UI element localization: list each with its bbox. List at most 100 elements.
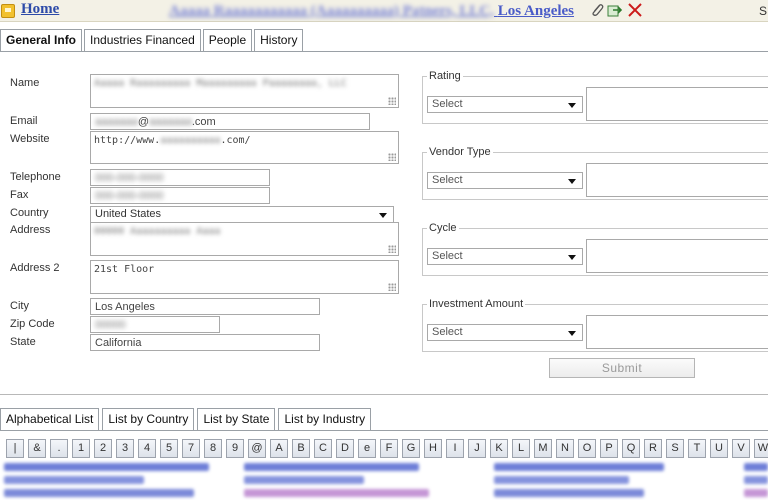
alphabet-key[interactable]: O (578, 439, 596, 458)
company-title-link[interactable]: Aaaaa Raaaaaaaaaaa (Aaaaaaaaaa) Patners,… (169, 3, 574, 20)
tab-list-by-country[interactable]: List by Country (102, 408, 195, 430)
tab-industries-financed[interactable]: Industries Financed (84, 29, 201, 51)
rating-select-value: Select (432, 98, 463, 110)
alphabet-key[interactable]: 1 (72, 439, 90, 458)
city-field[interactable]: Los Angeles (90, 298, 320, 315)
website-domain: aaaaaaaaaa (160, 135, 221, 146)
address-label: Address (10, 224, 51, 236)
delete-icon[interactable] (627, 2, 643, 18)
alphabet-key[interactable]: I (446, 439, 464, 458)
fax-label: Fax (10, 189, 29, 201)
state-value: California (95, 337, 142, 349)
alphabet-key[interactable]: S (666, 439, 684, 458)
chevron-down-icon (568, 255, 576, 260)
email-tld: .com (191, 116, 216, 128)
address-textarea[interactable]: 00000 Aaaaaaaaaa Aaaa (90, 222, 399, 256)
telephone-value: 000-000-0000 (95, 172, 164, 184)
resize-grip-icon[interactable] (388, 245, 396, 253)
vendor-type-select[interactable]: Select (427, 172, 583, 189)
email-field[interactable]: aaaaaaa@aaaaaaa.com (90, 113, 370, 130)
city-value: Los Angeles (95, 301, 155, 313)
tab-history[interactable]: History (254, 29, 304, 51)
alphabet-key[interactable]: H (424, 439, 442, 458)
tab-general-info[interactable]: General Info (0, 29, 83, 52)
investment-amount-comment-box[interactable] (586, 315, 768, 349)
list-item[interactable] (744, 489, 768, 497)
tab-list-by-industry[interactable]: List by Industry (278, 408, 372, 430)
alphabet-key[interactable]: e (358, 439, 376, 458)
name-textarea[interactable]: Aaaaa Raaaaaaaaa Maaaaaaaaa Paaaaaaaa, L… (90, 74, 399, 108)
list-item[interactable] (4, 476, 144, 484)
alphabet-key[interactable]: 5 (160, 439, 178, 458)
resize-grip-icon[interactable] (388, 97, 396, 105)
list-item[interactable] (494, 489, 644, 497)
alphabet-key[interactable]: | (6, 439, 24, 458)
website-suffix: .com/ (220, 135, 251, 146)
home-icon[interactable] (1, 4, 15, 18)
home-link[interactable]: Home (21, 1, 59, 18)
list-item[interactable] (4, 463, 209, 471)
alphabet-key[interactable]: K (490, 439, 508, 458)
resize-grip-icon[interactable] (388, 283, 396, 291)
alphabet-key[interactable]: 4 (138, 439, 156, 458)
chevron-down-icon (568, 103, 576, 108)
tab-alphabetical-list[interactable]: Alphabetical List (0, 408, 100, 430)
zip-label: Zip Code (10, 318, 55, 330)
investment-amount-select[interactable]: Select (427, 324, 583, 341)
alphabet-key[interactable]: M (534, 439, 552, 458)
vendor-type-comment-box[interactable] (586, 163, 768, 197)
tab-people[interactable]: People (202, 29, 253, 51)
cycle-comment-box[interactable] (586, 239, 768, 273)
rating-comment-box[interactable] (586, 87, 768, 121)
alphabet-key[interactable]: F (380, 439, 398, 458)
list-item[interactable] (4, 489, 194, 497)
list-item[interactable] (244, 489, 429, 497)
list-item[interactable] (244, 463, 419, 471)
alphabet-key[interactable]: & (28, 439, 46, 458)
list-item[interactable] (494, 463, 664, 471)
list-item[interactable] (744, 463, 768, 471)
alphabet-key[interactable]: N (556, 439, 574, 458)
website-textarea[interactable]: http://www.aaaaaaaaaa.com/ (90, 131, 399, 164)
address2-value: 21st Floor (94, 264, 155, 275)
alphabet-key[interactable]: 8 (204, 439, 222, 458)
list-tabs: Alphabetical List List by Country List b… (0, 408, 374, 430)
alphabet-key[interactable]: A (270, 439, 288, 458)
tab-list-by-state[interactable]: List by State (197, 408, 276, 430)
alphabet-key[interactable]: 9 (226, 439, 244, 458)
cycle-select[interactable]: Select (427, 248, 583, 265)
telephone-field[interactable]: 000-000-0000 (90, 169, 270, 186)
alphabet-key[interactable]: . (50, 439, 68, 458)
alphabet-key[interactable]: L (512, 439, 530, 458)
list-item[interactable] (244, 476, 364, 484)
alphabet-key[interactable]: Q (622, 439, 640, 458)
alphabet-key[interactable]: R (644, 439, 662, 458)
alphabet-key[interactable]: G (402, 439, 420, 458)
alphabet-key[interactable]: 3 (116, 439, 134, 458)
alphabet-key[interactable]: C (314, 439, 332, 458)
alphabet-key[interactable]: 7 (182, 439, 200, 458)
alphabet-key[interactable]: 2 (94, 439, 112, 458)
alphabet-key[interactable]: @ (248, 439, 266, 458)
alphabet-key[interactable]: P (600, 439, 618, 458)
attach-icon[interactable] (589, 2, 605, 18)
alphabet-key[interactable]: D (336, 439, 354, 458)
address2-textarea[interactable]: 21st Floor (90, 260, 399, 294)
country-select[interactable]: United States (90, 206, 394, 223)
alphabet-key[interactable]: V (732, 439, 750, 458)
alphabet-key[interactable]: B (292, 439, 310, 458)
fax-field[interactable]: 000-000-0000 (90, 187, 270, 204)
rating-select[interactable]: Select (427, 96, 583, 113)
zip-field[interactable]: 00000 (90, 316, 220, 333)
alphabet-key[interactable]: J (468, 439, 486, 458)
state-field[interactable]: California (90, 334, 320, 351)
list-item[interactable] (744, 476, 768, 484)
resize-grip-icon[interactable] (388, 153, 396, 161)
alphabet-key[interactable]: W (754, 439, 768, 458)
list-item[interactable] (494, 476, 629, 484)
alphabet-key[interactable]: U (710, 439, 728, 458)
go-icon[interactable] (607, 2, 623, 18)
submit-button[interactable]: Submit (549, 358, 695, 378)
alphabet-key[interactable]: T (688, 439, 706, 458)
address2-label: Address 2 (10, 262, 60, 274)
